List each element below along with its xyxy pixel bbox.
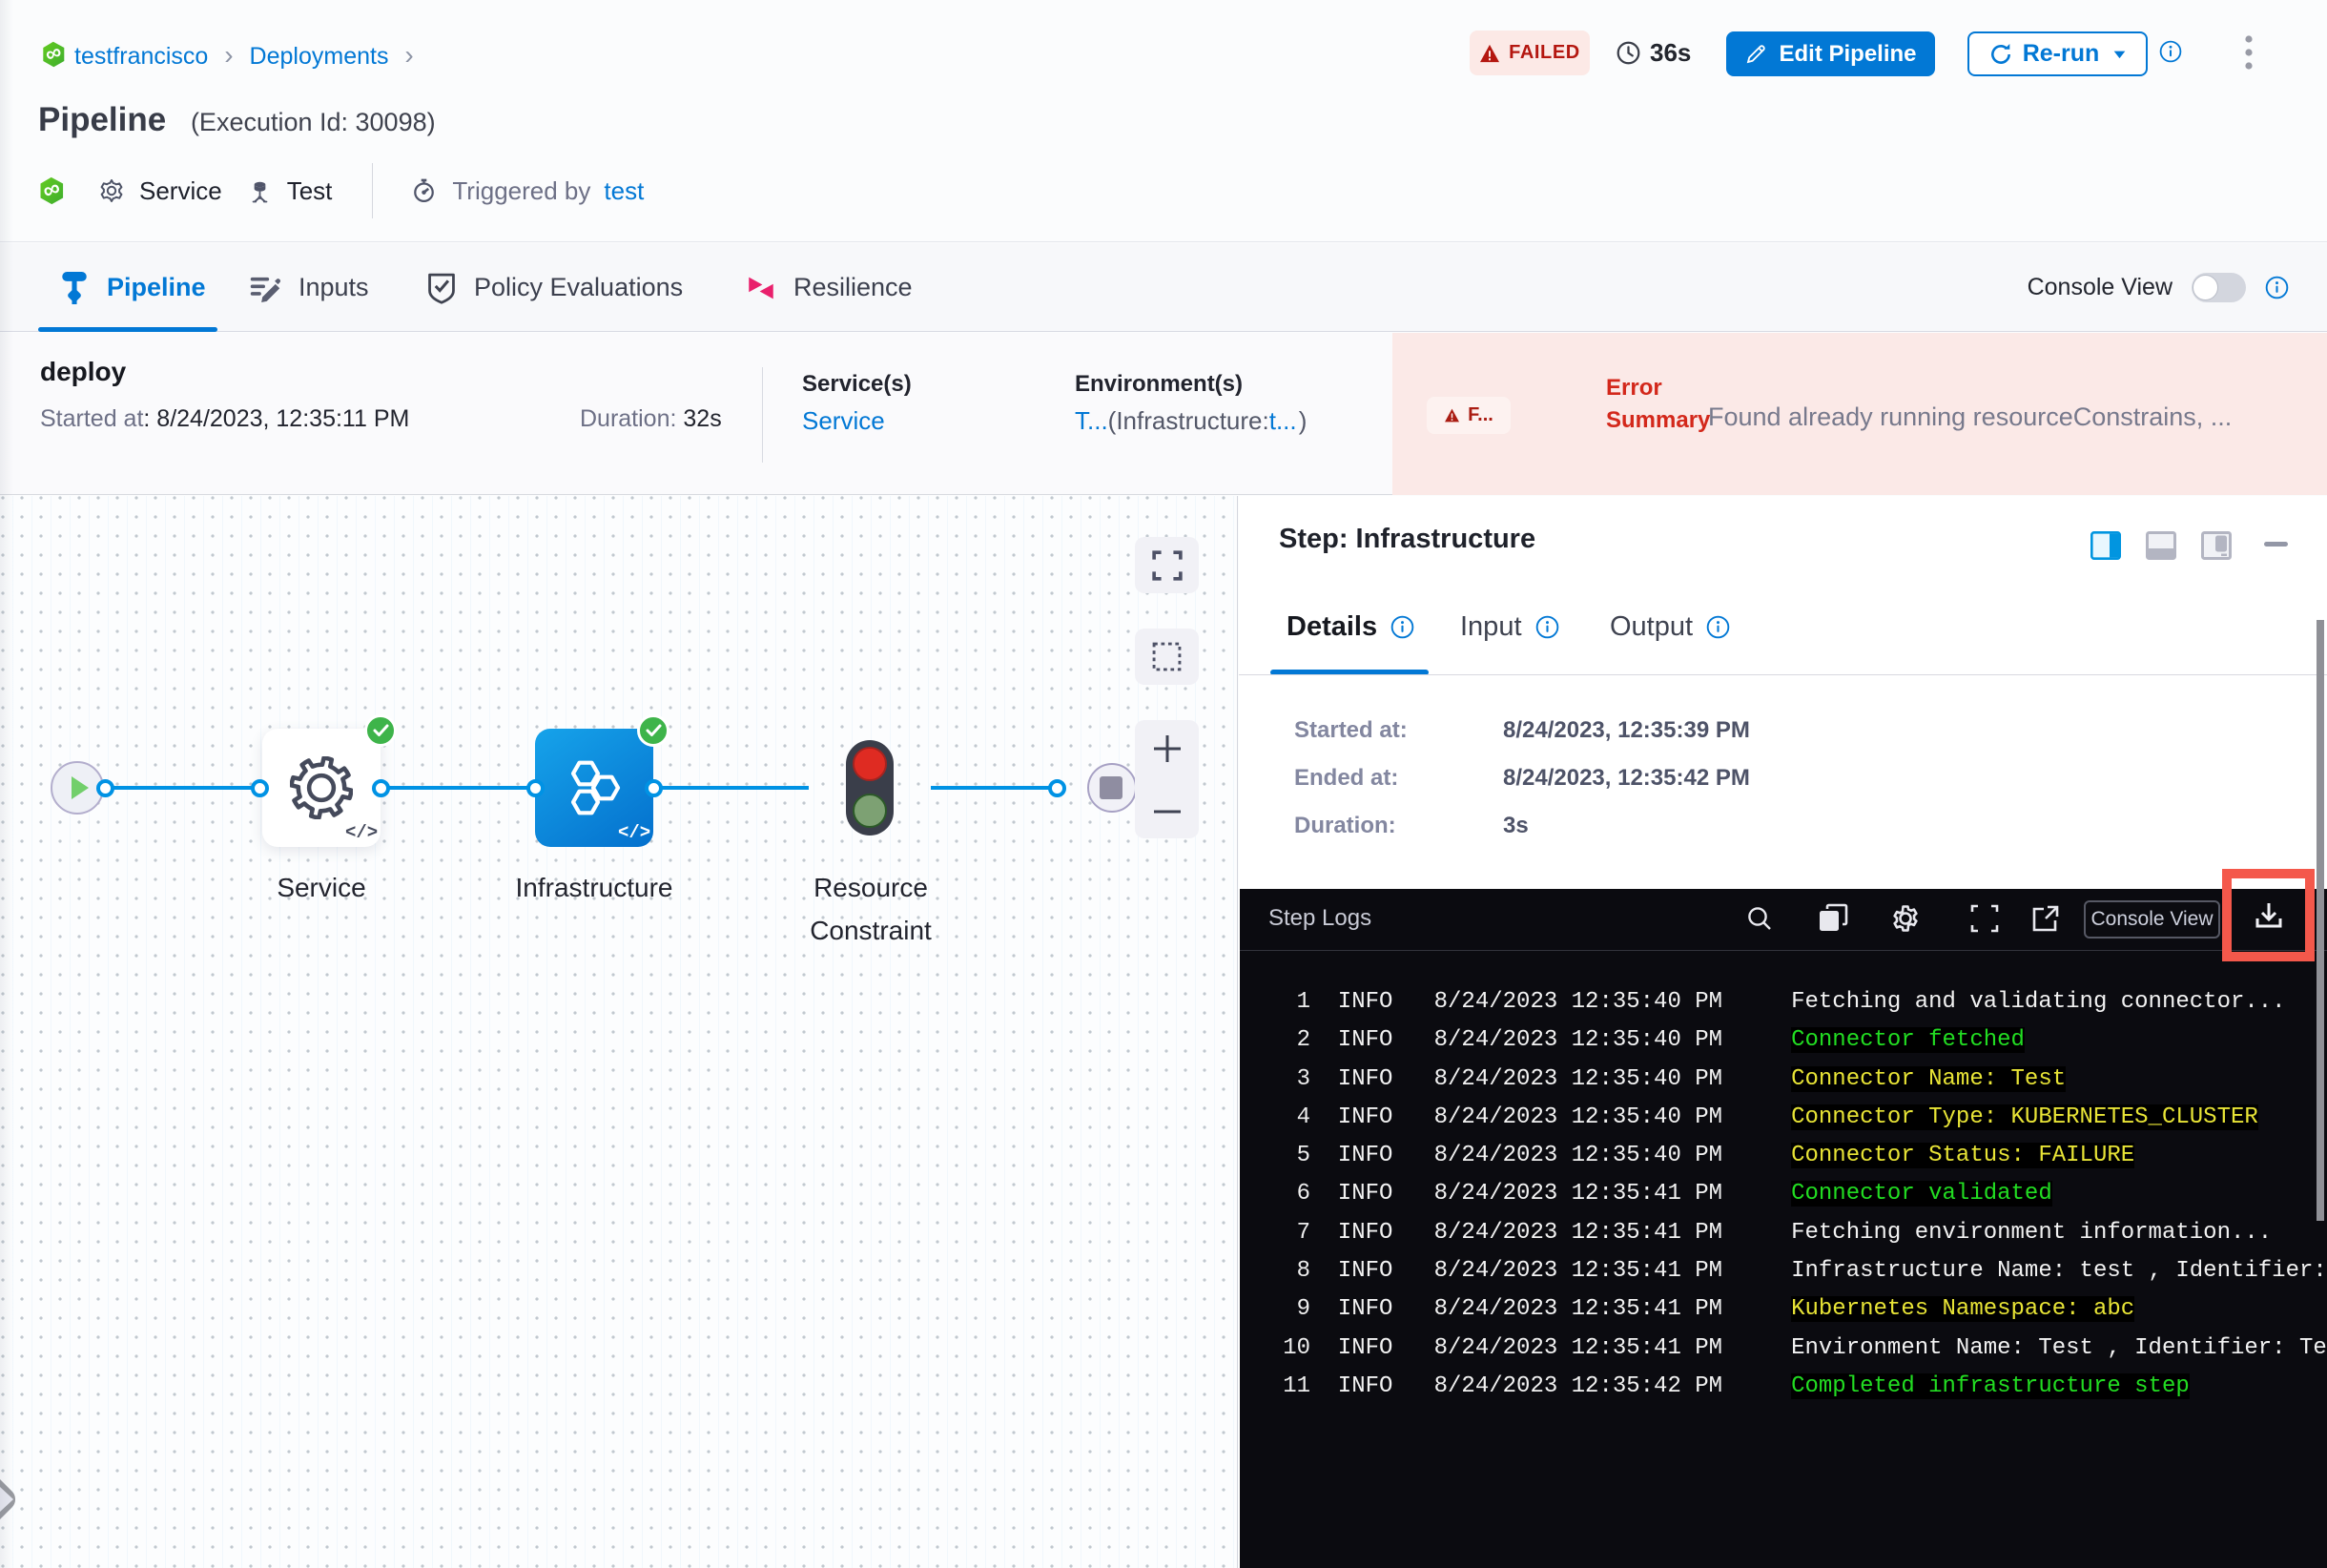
svg-text:∞: ∞ (42, 41, 65, 67)
svg-text:∞: ∞ (39, 176, 64, 205)
